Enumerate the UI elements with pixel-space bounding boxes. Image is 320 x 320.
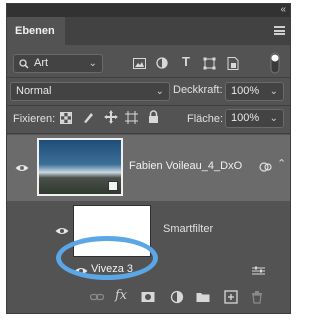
fill-input[interactable]: 100% ⌄ — [225, 109, 284, 128]
smart-object-filter-icon[interactable] — [227, 57, 239, 70]
image-filter-icon[interactable] — [133, 58, 146, 69]
chevron-down-icon: ⌄ — [88, 58, 97, 69]
smart-filter-indicator-icon — [259, 162, 272, 172]
layers-bottom-toolbar: fx — [7, 283, 290, 313]
smart-object-badge-icon — [108, 181, 118, 191]
layer-thumbnail — [37, 138, 123, 196]
search-icon — [19, 59, 29, 69]
tab-row: Ebenen — [7, 17, 290, 45]
tab-ebenen[interactable]: Ebenen — [7, 17, 65, 45]
opacity-value: 100% — [231, 85, 260, 97]
chevron-down-icon: ⌄ — [269, 113, 278, 124]
layer-name[interactable]: Fabien Voileau_4_DxO — [129, 160, 242, 172]
lock-transparent-pixels-icon[interactable] — [60, 112, 72, 124]
fx-icon[interactable]: fx — [115, 288, 129, 303]
filter-kind-label: Art — [34, 57, 49, 69]
filter-kind-dropdown[interactable]: Art ⌄ — [13, 54, 103, 73]
filter-toggle-icon[interactable] — [270, 52, 280, 74]
lock-all-icon[interactable] — [148, 110, 159, 123]
chevron-down-icon: ⌄ — [155, 86, 164, 97]
trash-icon[interactable] — [250, 290, 264, 304]
panel-menu-icon[interactable] — [274, 26, 285, 35]
divider — [7, 77, 290, 78]
eye-icon[interactable] — [55, 227, 69, 235]
collapse-effects-icon[interactable]: ⌃ — [277, 157, 286, 170]
lock-position-icon[interactable] — [104, 110, 118, 124]
chevron-down-icon: ⌄ — [269, 86, 278, 97]
collapse-panel-icon[interactable]: « — [280, 4, 285, 16]
layer-row-smart-object[interactable]: Fabien Voileau_4_DxO ⌃ — [7, 135, 290, 201]
opacity-input[interactable]: 100% ⌄ — [225, 82, 284, 101]
fill-value: 100% — [231, 112, 260, 124]
highlight-annotation-ring — [56, 236, 158, 280]
add-mask-icon[interactable] — [141, 290, 155, 304]
divider — [7, 133, 290, 134]
new-layer-icon[interactable] — [224, 290, 238, 304]
shape-filter-icon[interactable] — [203, 57, 216, 70]
filter-blending-options-icon[interactable] — [252, 266, 265, 276]
link-icon[interactable] — [90, 290, 104, 304]
adjustment-filter-icon[interactable] — [156, 57, 168, 69]
lock-label: Fixieren: — [13, 113, 56, 125]
opacity-label: Deckkraft: — [173, 84, 223, 96]
adjustment-layer-icon[interactable] — [170, 290, 184, 304]
folder-icon[interactable] — [196, 290, 210, 304]
lock-image-pixels-icon[interactable] — [82, 111, 95, 124]
smart-filter-label: Smartfilter — [163, 223, 214, 235]
divider — [7, 105, 290, 106]
type-filter-icon[interactable]: T — [182, 54, 190, 69]
lock-artboard-icon[interactable] — [125, 111, 138, 124]
panel-top-strip: « — [7, 4, 290, 17]
eye-icon[interactable] — [15, 164, 29, 172]
blend-mode-dropdown[interactable]: Normal ⌄ — [10, 82, 170, 101]
fill-label: Fläche: — [187, 113, 224, 125]
blend-mode-value: Normal — [16, 85, 52, 97]
